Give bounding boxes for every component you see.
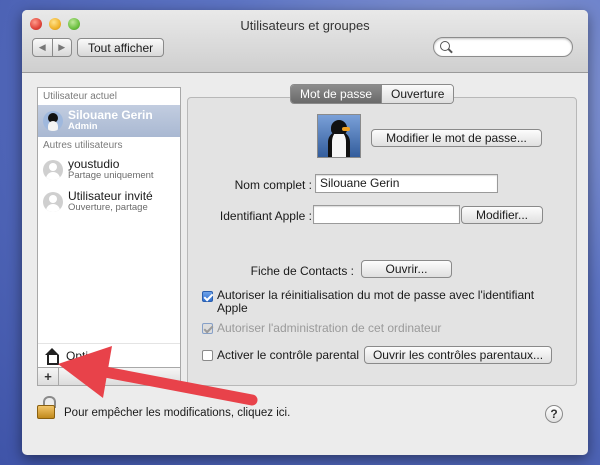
apple-id-field[interactable] xyxy=(313,205,460,224)
user-name: youstudio xyxy=(68,157,120,171)
lock-icon[interactable] xyxy=(37,396,56,419)
sidebar-user-youstudio[interactable]: youstudio Partage uniquement xyxy=(38,154,180,186)
other-users-header: Autres utilisateurs xyxy=(43,140,123,151)
title-bar: Utilisateurs et groupes ◀ ▶ Tout affiche… xyxy=(22,10,588,73)
user-avatar-icon xyxy=(43,160,63,180)
users-sidebar: Utilisateur actuel Silouane Gerin Admin … xyxy=(37,87,181,386)
change-password-button[interactable]: Modifier le mot de passe... xyxy=(371,129,542,147)
add-user-button[interactable]: + xyxy=(38,368,59,385)
window-title: Utilisateurs et groupes xyxy=(240,18,370,33)
tab-password[interactable]: Mot de passe xyxy=(291,85,382,103)
back-button[interactable]: ◀ xyxy=(33,39,52,56)
options-label: Options xyxy=(66,348,108,363)
parental-controls-checkbox[interactable] xyxy=(202,350,213,361)
login-options-item[interactable]: Options xyxy=(38,343,180,367)
user-name: Silouane Gerin xyxy=(68,108,153,122)
user-avatar-icon xyxy=(43,192,63,212)
sidebar-user-current[interactable]: Silouane Gerin Admin xyxy=(38,105,180,137)
allow-admin-label: Autoriser l'administration de cet ordina… xyxy=(217,321,442,335)
current-user-header: Utilisateur actuel xyxy=(43,91,117,102)
user-role: Ouverture, partage xyxy=(68,202,148,213)
sidebar-bottom-bar: + xyxy=(38,367,180,385)
penguin-avatar-icon xyxy=(43,111,63,131)
allow-reset-label: Autoriser la réinitialisation du mot de … xyxy=(217,288,535,315)
full-name-label: Nom complet : xyxy=(234,178,312,192)
house-icon xyxy=(44,347,60,365)
contacts-card-label: Fiche de Contacts : xyxy=(250,264,354,278)
users-groups-window: Utilisateurs et groupes ◀ ▶ Tout affiche… xyxy=(22,10,588,455)
allow-reset-checkbox[interactable] xyxy=(202,291,213,302)
user-role: Admin xyxy=(68,121,98,132)
full-name-field[interactable]: Silouane Gerin xyxy=(315,174,498,193)
search-icon xyxy=(440,41,450,51)
sidebar-user-guest[interactable]: Utilisateur invité Ouverture, partage xyxy=(38,186,180,218)
open-contacts-button[interactable]: Ouvrir... xyxy=(361,260,452,278)
search-field[interactable] xyxy=(433,37,573,57)
allow-admin-checkbox xyxy=(202,323,213,334)
tab-login[interactable]: Ouverture xyxy=(381,85,454,103)
lock-message: Pour empêcher les modifications, cliquez… xyxy=(64,407,291,419)
parental-controls-label: Activer le contrôle parental xyxy=(217,348,360,362)
user-role: Partage uniquement xyxy=(68,170,154,181)
modify-apple-id-button[interactable]: Modifier... xyxy=(461,206,543,224)
tab-bar: Mot de passe Ouverture xyxy=(290,84,455,104)
forward-button[interactable]: ▶ xyxy=(51,39,72,56)
user-name: Utilisateur invité xyxy=(68,189,153,203)
apple-id-label: Identifiant Apple : xyxy=(219,209,312,223)
help-button[interactable]: ? xyxy=(545,405,563,423)
nav-buttons: ◀ ▶ xyxy=(32,38,72,57)
show-all-button[interactable]: Tout afficher xyxy=(77,38,165,57)
open-parental-controls-button[interactable]: Ouvrir les contrôles parentaux... xyxy=(364,346,552,364)
user-picture[interactable] xyxy=(317,114,361,158)
